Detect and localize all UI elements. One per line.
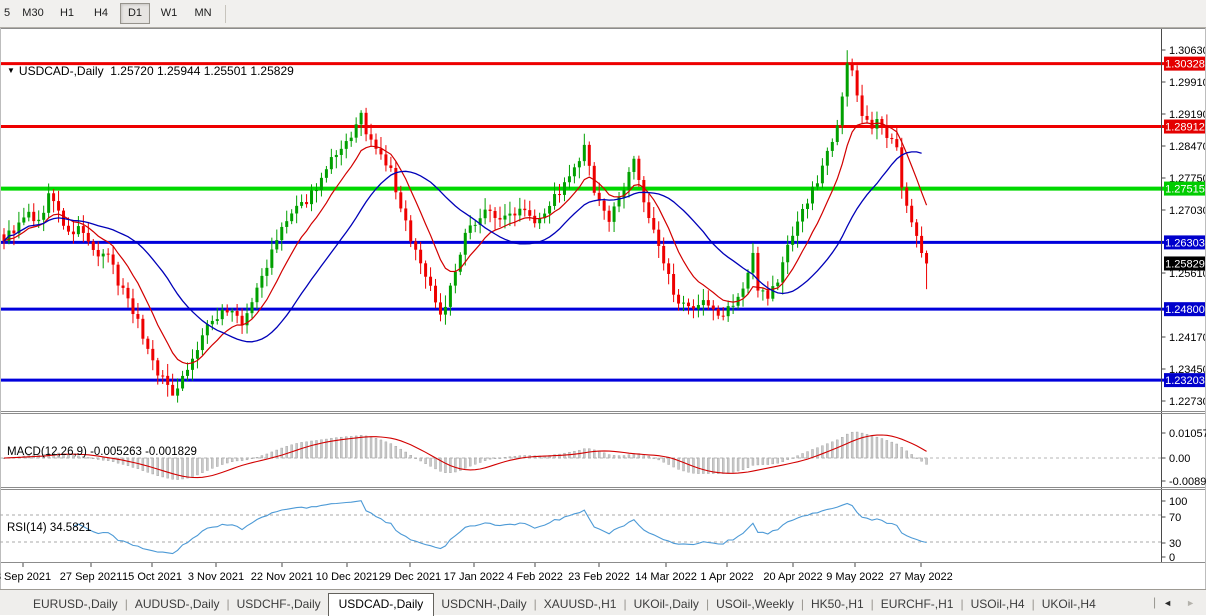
svg-text:1.26303: 1.26303 <box>1165 237 1205 249</box>
ma-slow-line <box>4 152 922 342</box>
price-tick-label: 1.22730 <box>1169 396 1206 408</box>
svg-text:1.28912: 1.28912 <box>1165 122 1205 134</box>
svg-text:1.25829: 1.25829 <box>1165 258 1205 270</box>
timeframe-button-M30[interactable]: M30 <box>18 3 48 24</box>
price-badge-1.28912: 1.28912 <box>1164 120 1206 134</box>
tabs-scroll-left-icon[interactable]: ◄ <box>1156 598 1179 608</box>
price-tick-label: 1.27030 <box>1169 205 1206 217</box>
timeframe-button-H4[interactable]: H4 <box>86 3 116 24</box>
date-tick-label: 20 Apr 2022 <box>763 571 822 583</box>
date-axis[interactable]: 8 Sep 2021 27 Sep 202115 Oct 2021 3 Nov 20… <box>0 563 953 583</box>
timeframe-button-H1[interactable]: H1 <box>52 3 82 24</box>
timeframe-toolbar: 5M30H1H4D1W1MN <box>0 0 1206 28</box>
date-tick-label: 8 Sep 2021 <box>0 571 51 583</box>
rsi-axis-label: 70 <box>1169 512 1181 524</box>
timeframe-button-W1[interactable]: W1 <box>154 3 184 24</box>
support-resistance-lines[interactable] <box>0 64 1166 380</box>
toolbar-separator <box>225 5 226 23</box>
macd-axis-label: 0.00 <box>1169 453 1190 465</box>
price-tick-label: 1.30630 <box>1169 45 1206 57</box>
tab-scroll-controls: |◄► <box>1153 590 1206 615</box>
tab-usdcad-daily[interactable]: USDCAD-,Daily <box>328 593 435 616</box>
date-tick-label: 27 May 2022 <box>889 571 953 583</box>
tab-audusd-daily[interactable]: AUDUSD-,Daily <box>128 595 227 615</box>
rsi-axis-label: 30 <box>1169 538 1181 550</box>
macd-histogram: 0.010578 0.00 -0.00896 <box>0 428 1206 488</box>
date-tick-label: 27 Sep 2021 <box>60 571 122 583</box>
svg-text:1.23203: 1.23203 <box>1165 375 1205 387</box>
rsi-panel-plot: 100 70 30 0 <box>0 496 1187 564</box>
rsi-axis-label: 100 <box>1169 496 1187 508</box>
price-tick-label: 1.29190 <box>1169 109 1206 121</box>
tab-eurchf-h1[interactable]: EURCHF-,H1 <box>874 595 961 615</box>
date-tick-label: 14 Mar 2022 <box>635 571 697 583</box>
macd-axis-label: 0.010578 <box>1169 428 1206 440</box>
chart-dropdown-icon[interactable]: ▼ <box>7 66 15 75</box>
tab-xauusd-h1[interactable]: XAUUSD-,H1 <box>537 595 624 615</box>
price-tick-label: 1.24170 <box>1169 332 1206 344</box>
chart-title: ▼ USDCAD-,Daily 1.25720 1.25944 1.25501 1… <box>7 64 294 78</box>
date-tick-label: 9 May 2022 <box>826 571 883 583</box>
price-badge-1.30328: 1.30328 <box>1164 57 1206 71</box>
symbol-tabbar: EURUSD-,Daily|AUDUSD-,Daily|USDCHF-,Dail… <box>0 589 1206 615</box>
chart-canvas[interactable]: 1.306301.299101.291901.284701.277501.270… <box>0 28 1206 589</box>
date-tick-label: 15 Oct 2021 <box>122 571 182 583</box>
chart-title-ohlc: 1.25720 1.25944 1.25501 1.25829 <box>110 64 294 78</box>
price-tick-label: 1.28470 <box>1169 141 1206 153</box>
date-tick-label: 10 Dec 2021 <box>316 571 378 583</box>
tab-usdchf-daily[interactable]: USDCHF-,Daily <box>230 595 328 615</box>
date-tick-label: 23 Feb 2022 <box>568 571 630 583</box>
macd-axis-label: -0.00896 <box>1169 476 1206 488</box>
tab-usoil-h4[interactable]: USOil-,H4 <box>964 595 1032 615</box>
tab-usoil-weekly[interactable]: USOil-,Weekly <box>709 595 801 615</box>
date-tick-label: 3 Nov 2021 <box>188 571 244 583</box>
rsi-indicator-label: RSI(14) 34.5821 <box>7 522 91 534</box>
tab-ukoil-daily[interactable]: UKOil-,Daily <box>627 595 706 615</box>
svg-text:1.30328: 1.30328 <box>1165 59 1205 71</box>
price-tick-label: 1.29910 <box>1169 77 1206 89</box>
tab-usdcnh-daily[interactable]: USDCNH-,Daily <box>434 595 533 615</box>
date-tick-label: 17 Jan 2022 <box>444 571 505 583</box>
date-tick-label: 22 Nov 2021 <box>251 571 313 583</box>
tabs-scroll-right-icon[interactable]: ► <box>1179 598 1202 608</box>
price-badge-1.25829: 1.25829 <box>1164 256 1206 270</box>
svg-text:1.27515: 1.27515 <box>1165 184 1205 196</box>
macd-indicator-label: MACD(12,26,9) -0.005263 -0.001829 <box>7 446 197 458</box>
date-tick-label: 4 Feb 2022 <box>507 571 563 583</box>
tab-eurusd-daily[interactable]: EURUSD-,Daily <box>26 595 125 615</box>
rsi-line <box>73 501 926 554</box>
chart-title-symbol: USDCAD-,Daily <box>19 64 104 78</box>
timeframe-button-MN[interactable]: MN <box>188 3 218 24</box>
timeframe-button-D1[interactable]: D1 <box>120 3 150 24</box>
date-tick-label: 1 Apr 2022 <box>700 571 753 583</box>
date-tick-label: 29 Dec 2021 <box>379 571 441 583</box>
svg-text:1.24800: 1.24800 <box>1165 304 1205 316</box>
price-badge-1.23203: 1.23203 <box>1164 373 1206 387</box>
price-badge-1.26303: 1.26303 <box>1164 235 1206 249</box>
timeframe-button-5[interactable]: 5 <box>0 3 14 24</box>
chart-window: 1.306301.299101.291901.284701.277501.270… <box>0 28 1206 589</box>
tab-ukoil-h4[interactable]: UKOil-,H4 <box>1035 595 1103 615</box>
price-badge-1.24800: 1.24800 <box>1164 302 1206 316</box>
tab-hk50-h1[interactable]: HK50-,H1 <box>804 595 871 615</box>
price-badge-1.27515: 1.27515 <box>1164 182 1206 196</box>
candlestick-series <box>3 50 929 402</box>
rsi-axis-label: 0 <box>1169 552 1175 564</box>
